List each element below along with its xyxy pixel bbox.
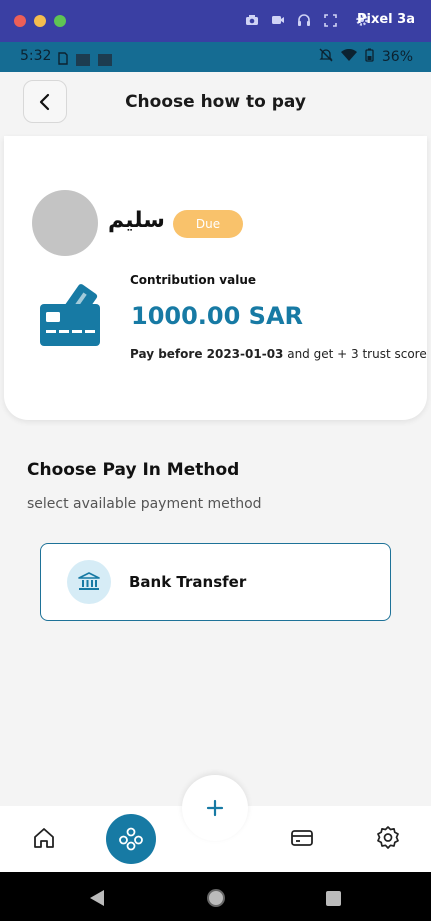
maximize-window-button[interactable]: [54, 15, 66, 27]
android-home-icon[interactable]: [207, 889, 225, 907]
headphones-icon[interactable]: [296, 12, 312, 28]
android-recents-icon[interactable]: [326, 891, 341, 906]
card-icon: [291, 830, 313, 846]
android-back-icon[interactable]: [90, 890, 104, 906]
notification-icon: [98, 53, 112, 66]
notification-icon: [76, 53, 90, 66]
credit-card-icon: [38, 282, 104, 348]
wifi-icon: [340, 48, 357, 66]
add-button[interactable]: [182, 775, 248, 841]
device-name: Pixel 3a: [357, 12, 415, 27]
contribution-card: سليم Due Contribution value 1000.00 SAR …: [4, 136, 427, 420]
emulator-title-bar: Pixel 3a: [0, 0, 431, 42]
contribution-label: Contribution value: [130, 273, 257, 287]
member-name: سليم: [108, 208, 165, 233]
pay-before-text: Pay before 2023-01-03 and get + 3 trust …: [130, 347, 427, 361]
android-status-bar: 5:32 36%: [0, 42, 431, 72]
group-icon: [119, 827, 143, 851]
section-title: Choose Pay In Method: [27, 460, 240, 480]
avatar: [32, 190, 98, 256]
status-time: 5:32: [20, 48, 52, 64]
pay-before-date: Pay before 2023-01-03: [130, 347, 284, 361]
trust-score-text: and get + 3 trust score: [287, 347, 427, 361]
battery-percent: 36%: [381, 49, 413, 65]
bank-transfer-label: Bank Transfer: [129, 573, 247, 591]
camera-icon[interactable]: [244, 12, 260, 28]
android-nav-bar: [0, 872, 431, 921]
battery-icon: [365, 48, 374, 66]
mute-icon: [319, 48, 333, 66]
close-window-button[interactable]: [14, 15, 26, 27]
nav-home[interactable]: [30, 824, 58, 852]
contribution-amount: 1000.00 SAR: [131, 302, 304, 330]
fullscreen-icon[interactable]: [322, 12, 338, 28]
nav-settings[interactable]: [374, 824, 402, 852]
bank-icon: [67, 560, 111, 604]
nav-groups[interactable]: [106, 814, 156, 864]
page-title: Choose how to pay: [125, 92, 306, 112]
settings-icon: [377, 826, 399, 849]
status-badge: Due: [173, 210, 243, 238]
bank-transfer-option[interactable]: Bank Transfer: [40, 543, 391, 621]
video-icon[interactable]: [270, 12, 286, 28]
plus-icon: [206, 799, 224, 817]
section-subtitle: select available payment method: [27, 496, 262, 512]
minimize-window-button[interactable]: [34, 15, 46, 27]
home-icon: [34, 828, 54, 848]
sim-icon: [58, 50, 68, 69]
page-header: Choose how to pay: [0, 72, 431, 134]
nav-cards[interactable]: [288, 824, 316, 852]
